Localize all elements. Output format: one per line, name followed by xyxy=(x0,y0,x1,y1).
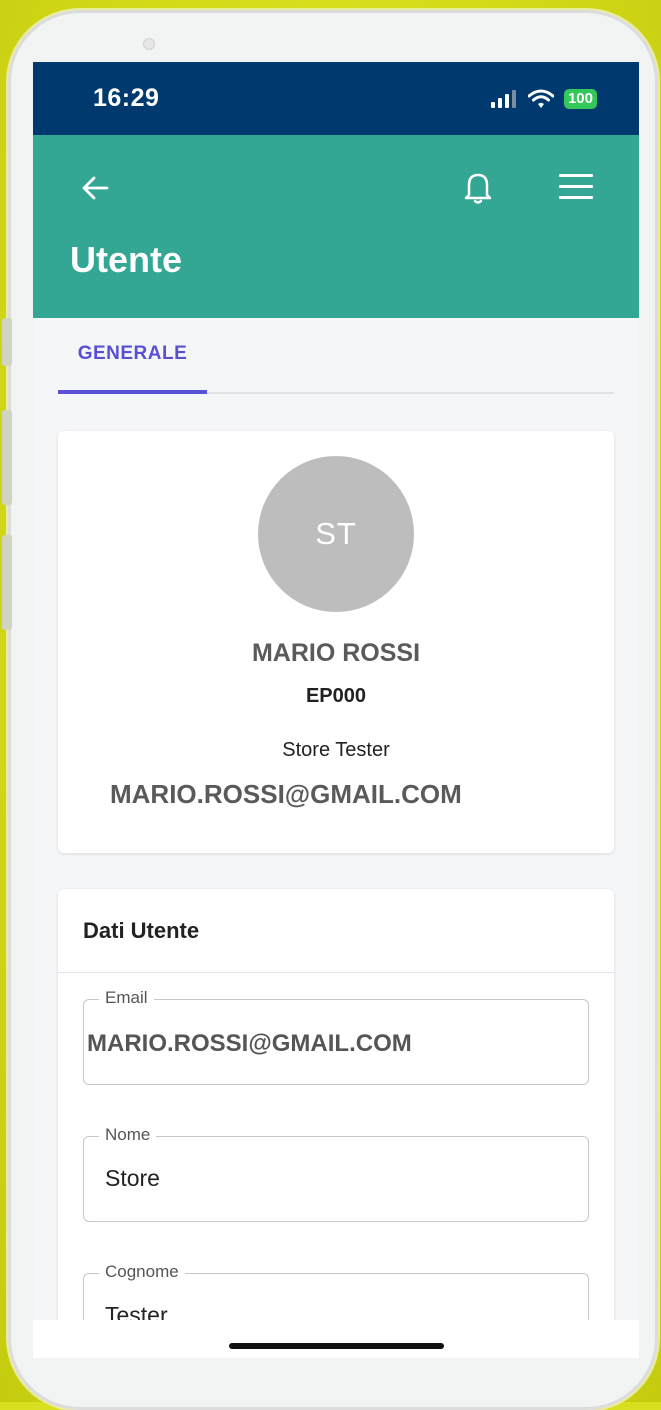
phone-side-button xyxy=(2,318,12,366)
nome-field[interactable]: Nome Store xyxy=(83,1125,589,1222)
home-indicator[interactable] xyxy=(229,1343,444,1349)
phone-side-button xyxy=(2,535,12,630)
camera-dot xyxy=(143,38,155,50)
email-field-label: Email xyxy=(99,988,154,1008)
bell-icon[interactable] xyxy=(459,168,497,206)
status-time: 16:29 xyxy=(93,84,160,112)
profile-code: EP000 xyxy=(305,685,367,707)
app-bar: Utente xyxy=(33,135,639,318)
profile-card: ST MARIO ROSSI EP000 Store Tester MARIO.… xyxy=(58,431,614,853)
phone-side-button xyxy=(2,410,12,505)
home-bar-area xyxy=(33,1320,639,1358)
profile-name: MARIO ROSSI xyxy=(251,639,421,667)
signal-icon xyxy=(490,89,516,108)
page-title: Utente xyxy=(70,239,183,280)
nome-field-label: Nome xyxy=(99,1125,157,1145)
tab-generale[interactable]: GENERALE xyxy=(58,318,207,394)
profile-role: Store Tester xyxy=(282,739,390,761)
app-screen: 16:29 100 Utente GENERALE ST MARIO ROSSI… xyxy=(33,62,639,1358)
email-field[interactable]: Email MARIO.ROSSI@GMAIL.COM xyxy=(83,988,589,1085)
user-data-card: Dati Utente Email MARIO.ROSSI@GMAIL.COM … xyxy=(58,889,614,1358)
avatar: ST xyxy=(258,456,414,612)
arrow-left-icon[interactable] xyxy=(77,170,113,206)
nome-field-value: Store xyxy=(105,1165,160,1191)
cognome-field-label: Cognome xyxy=(99,1262,185,1282)
wifi-icon xyxy=(527,89,554,108)
battery-icon: 100 xyxy=(563,88,597,109)
tab-bar: GENERALE xyxy=(58,318,614,394)
profile-email: MARIO.ROSSI@GMAIL.COM xyxy=(110,779,462,809)
status-icons: 100 xyxy=(490,88,597,109)
hamburger-menu-icon[interactable] xyxy=(557,171,595,203)
section-title: Dati Utente xyxy=(58,889,614,973)
status-bar: 16:29 100 xyxy=(33,62,639,135)
email-field-value: MARIO.ROSSI@GMAIL.COM xyxy=(87,1030,412,1057)
